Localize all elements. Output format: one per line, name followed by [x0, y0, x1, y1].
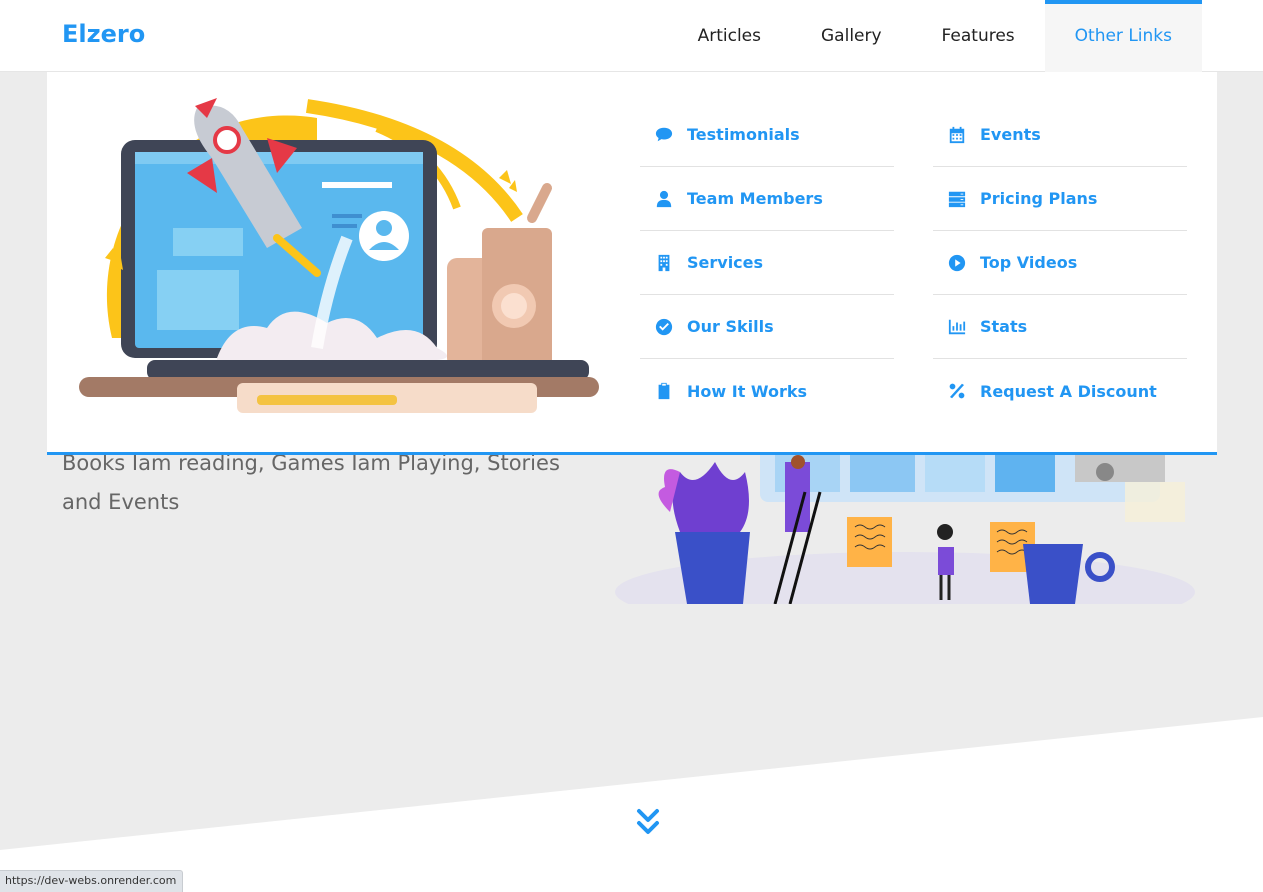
- nav-gallery[interactable]: Gallery: [791, 0, 912, 72]
- link-services[interactable]: Services: [640, 231, 894, 295]
- link-label: Stats: [980, 317, 1028, 336]
- link-request-a-discount[interactable]: Request A Discount: [933, 359, 1187, 423]
- hero-illustration: [615, 432, 1195, 604]
- scroll-down-icon[interactable]: [636, 808, 660, 840]
- user-icon: [654, 189, 674, 209]
- chart-bar-icon: [947, 317, 967, 337]
- calendar-icon: [947, 125, 967, 145]
- link-top-videos[interactable]: Top Videos: [933, 231, 1187, 295]
- link-team-members[interactable]: Team Members: [640, 167, 894, 231]
- link-how-it-works[interactable]: How It Works: [640, 359, 894, 423]
- play-circle-icon: [947, 253, 967, 273]
- link-label: Events: [980, 125, 1041, 144]
- other-links-mega-menu: Testimonials Team Members Services Our S…: [47, 72, 1217, 455]
- main-nav: Articles Gallery Features Other Links: [668, 0, 1202, 72]
- nav-articles[interactable]: Articles: [668, 0, 791, 72]
- link-label: Services: [687, 253, 764, 272]
- link-label: Our Skills: [687, 317, 774, 336]
- link-testimonials[interactable]: Testimonials: [640, 103, 894, 167]
- mega-menu-column-2: Events Pricing Plans Top Videos Stats Re…: [933, 103, 1187, 423]
- link-label: Top Videos: [980, 253, 1078, 272]
- nav-features[interactable]: Features: [912, 0, 1045, 72]
- link-our-skills[interactable]: Our Skills: [640, 295, 894, 359]
- nav-other-links[interactable]: Other Links: [1044, 0, 1202, 72]
- link-label: Team Members: [687, 189, 823, 208]
- link-label: Pricing Plans: [980, 189, 1098, 208]
- link-events[interactable]: Events: [933, 103, 1187, 167]
- clipboard-icon: [654, 381, 674, 401]
- link-stats[interactable]: Stats: [933, 295, 1187, 359]
- comment-icon: [654, 125, 674, 145]
- percent-icon: [947, 381, 967, 401]
- link-label: Request A Discount: [980, 381, 1157, 401]
- site-logo[interactable]: Elzero: [62, 20, 145, 48]
- browser-status-url: https://dev-webs.onrender.com: [0, 870, 184, 892]
- hero-description: Books Iam reading, Games Iam Playing, St…: [62, 451, 560, 514]
- server-icon: [947, 189, 967, 209]
- mega-menu-column-1: Testimonials Team Members Services Our S…: [640, 103, 894, 423]
- rocket-laptop-illustration: [79, 98, 599, 413]
- check-circle-icon: [654, 317, 674, 337]
- link-pricing-plans[interactable]: Pricing Plans: [933, 167, 1187, 231]
- building-icon: [654, 253, 674, 273]
- link-label: Testimonials: [687, 125, 800, 144]
- link-label: How It Works: [687, 381, 808, 401]
- site-header: Elzero Articles Gallery Features Other L…: [0, 0, 1263, 72]
